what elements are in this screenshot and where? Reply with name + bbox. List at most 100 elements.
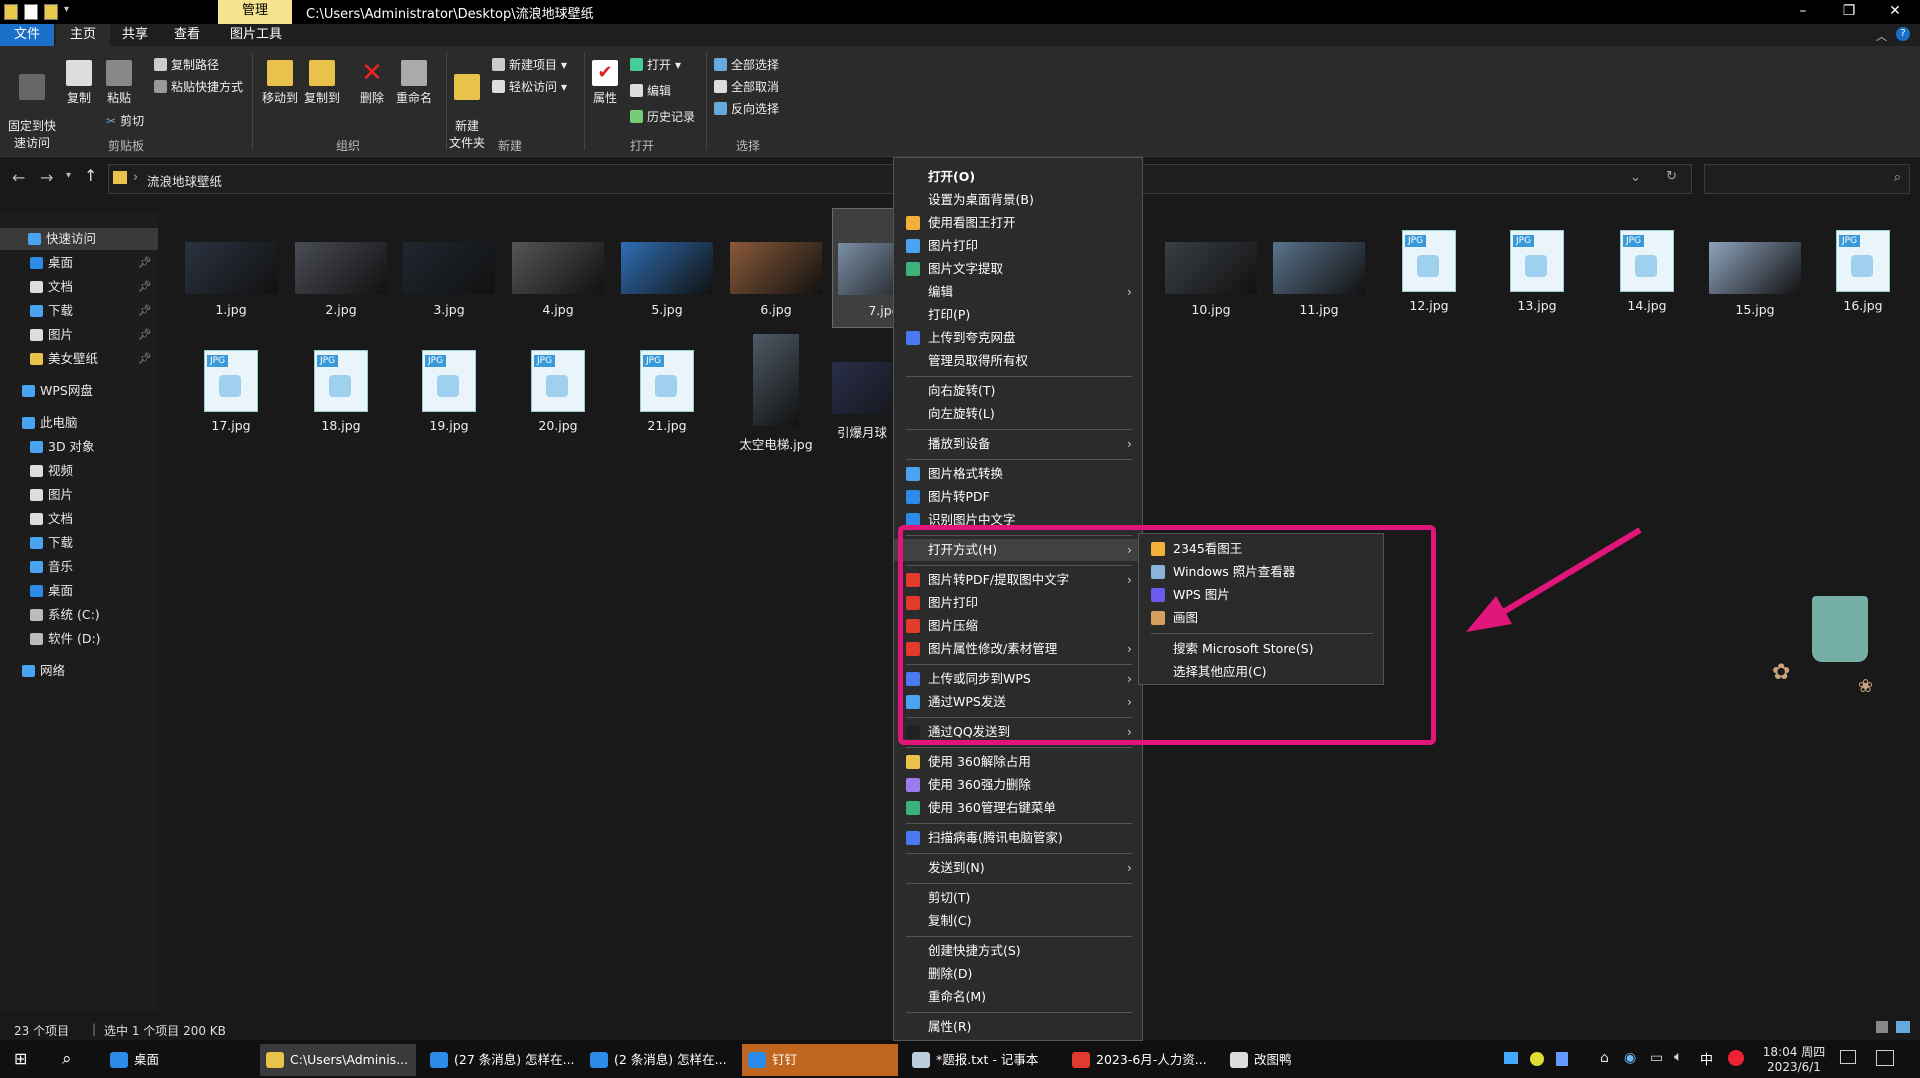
sidebar-item[interactable]: 图片 <box>0 484 158 506</box>
cut-button[interactable]: ✂ 剪切 <box>106 112 144 129</box>
paste-button[interactable]: 粘贴 <box>102 60 136 106</box>
sidebar-item[interactable]: 文档 <box>0 508 158 530</box>
new-folder-button[interactable]: 新建 文件夹 <box>448 60 486 151</box>
tab-share[interactable]: 共享 <box>108 24 162 46</box>
monitor-icon[interactable]: ▭ <box>1650 1050 1663 1066</box>
context-menu-item[interactable]: 属性(R) <box>894 1016 1142 1038</box>
clock[interactable]: 18:04 周四 2023/6/1 <box>1762 1043 1826 1074</box>
context-menu-item[interactable]: 使用 360管理右键菜单 <box>894 797 1142 819</box>
context-menu-item[interactable]: 使用 360强力删除 <box>894 774 1142 796</box>
large-icons-view-icon[interactable] <box>1896 1021 1910 1033</box>
sidebar-item[interactable]: 📌︎ 图片 <box>0 324 158 346</box>
pin-quick-access-button[interactable]: 固定到快 速访问 <box>6 60 58 151</box>
file-item[interactable]: 2.jpg <box>290 208 392 326</box>
sidebar-item[interactable]: 音乐 <box>0 556 158 578</box>
sidebar-item[interactable]: 📌︎ 文档 <box>0 276 158 298</box>
rename-button[interactable]: 重命名 <box>392 60 436 106</box>
sidebar-item[interactable]: 网络 <box>0 660 158 682</box>
collapse-ribbon-icon[interactable]: ︿ <box>1876 28 1887 44</box>
context-menu-item[interactable]: 图片文字提取 <box>894 258 1142 280</box>
file-item[interactable]: JPG 21.jpg <box>616 328 718 446</box>
easy-access-button[interactable]: 轻松访问 ▾ <box>492 78 567 95</box>
file-item[interactable]: 15.jpg <box>1704 208 1806 326</box>
select-none-button[interactable]: 全部取消 <box>714 78 779 95</box>
context-menu-item[interactable]: 上传到夸克网盘 <box>894 327 1142 349</box>
sidebar-item[interactable]: 此电脑 <box>0 412 158 434</box>
file-item[interactable]: JPG 18.jpg <box>290 328 392 446</box>
context-menu-item[interactable]: 使用看图王打开 <box>894 212 1142 234</box>
sidebar-item[interactable]: 快速访问 <box>0 228 158 250</box>
context-menu-item[interactable]: 向右旋转(T) <box>894 380 1142 402</box>
taskbar-item[interactable]: *题报.txt - 记事本 <box>906 1044 1060 1076</box>
sidebar-item[interactable]: 📌︎ 下载 <box>0 300 158 322</box>
context-menu-item[interactable]: 播放到设备 › <box>894 433 1142 455</box>
new-item-button[interactable]: 新建项目 ▾ <box>492 56 567 73</box>
history-button[interactable]: 历史记录 <box>630 108 695 125</box>
context-menu-item[interactable]: 打印(P) <box>894 304 1142 326</box>
file-item[interactable]: JPG 19.jpg <box>398 328 500 446</box>
invert-selection-button[interactable]: 反向选择 <box>714 100 779 117</box>
network-icon[interactable]: ⌂ <box>1600 1050 1609 1066</box>
file-item[interactable]: 1.jpg <box>180 208 282 326</box>
file-item[interactable]: 4.jpg <box>507 208 609 326</box>
search-icon[interactable]: ⌕ <box>1894 170 1901 185</box>
context-menu-item[interactable]: 图片打印 <box>894 235 1142 257</box>
context-menu-item[interactable]: 扫描病毒(腾讯电脑管家) <box>894 827 1142 849</box>
forward-icon[interactable]: → <box>40 168 53 187</box>
copy-path-button[interactable]: 复制路径 <box>154 56 219 73</box>
search-input[interactable]: ⌕ <box>1704 164 1910 194</box>
file-item[interactable]: 5.jpg <box>616 208 718 326</box>
paste-shortcut-button[interactable]: 粘贴快捷方式 <box>154 78 243 95</box>
taskbar-item[interactable]: 钉钉 <box>742 1044 898 1076</box>
file-item[interactable]: JPG 13.jpg <box>1486 208 1588 326</box>
breadcrumb[interactable]: 流浪地球壁纸 <box>147 171 222 190</box>
sogou-icon[interactable] <box>1728 1050 1744 1066</box>
context-menu-item[interactable]: 设置为桌面背景(B) <box>894 189 1142 211</box>
notification-icon[interactable] <box>1876 1050 1894 1066</box>
browser-icon[interactable]: ◉ <box>1624 1050 1636 1066</box>
file-item[interactable]: JPG 12.jpg <box>1378 208 1480 326</box>
file-item[interactable]: JPG 14.jpg <box>1596 208 1698 326</box>
context-menu-item[interactable]: 剪切(T) <box>894 887 1142 909</box>
chevron-down-icon[interactable]: ▾ <box>66 170 71 181</box>
file-item[interactable]: 3.jpg <box>398 208 500 326</box>
details-view-icon[interactable] <box>1876 1021 1888 1033</box>
chevron-down-icon[interactable]: ⌄ <box>1630 170 1641 185</box>
copy-to-button[interactable]: 复制到 <box>302 60 342 106</box>
copy-button[interactable]: 复制 <box>62 60 96 106</box>
sidebar-item[interactable]: 📌︎ 桌面 <box>0 252 158 274</box>
context-menu-item[interactable]: 创建快捷方式(S) <box>894 940 1142 962</box>
context-menu-item[interactable]: 图片转PDF <box>894 486 1142 508</box>
select-all-button[interactable]: 全部选择 <box>714 56 779 73</box>
properties-icon[interactable] <box>24 4 38 20</box>
context-menu-item[interactable]: 打开(O) <box>894 166 1142 188</box>
volume-icon[interactable]: 🔈︎ <box>1674 1049 1682 1065</box>
cloud-icon[interactable] <box>1504 1052 1518 1064</box>
recycle-bin-icon[interactable] <box>1812 596 1868 662</box>
folder-icon[interactable] <box>4 4 18 20</box>
file-item[interactable]: JPG 20.jpg <box>507 328 609 446</box>
sidebar-item[interactable]: WPS网盘 <box>0 380 158 402</box>
context-menu-item[interactable]: 使用 360解除占用 <box>894 751 1142 773</box>
back-icon[interactable]: ← <box>12 168 25 187</box>
sidebar-item[interactable]: 桌面 <box>0 580 158 602</box>
sidebar-item[interactable]: 系统 (C:) <box>0 604 158 626</box>
show-desktop-icon[interactable] <box>1840 1050 1856 1064</box>
context-menu-item[interactable]: 重命名(M) <box>894 986 1142 1008</box>
sidebar-item[interactable]: 下载 <box>0 532 158 554</box>
shield-icon[interactable] <box>1556 1052 1568 1066</box>
properties-button[interactable]: ✔ 属性 <box>588 60 622 106</box>
file-item[interactable]: JPG 17.jpg <box>180 328 282 446</box>
taskbar-item[interactable]: (2 条消息) 怎样在... <box>584 1044 736 1076</box>
context-menu-item[interactable]: 发送到(N) › <box>894 857 1142 879</box>
open-button[interactable]: 打开 ▾ <box>630 56 681 73</box>
help-icon[interactable]: ? <box>1896 27 1910 41</box>
chevron-down-icon[interactable]: ▾ <box>64 4 69 20</box>
file-item[interactable]: 太空电梯.jpg <box>725 328 827 452</box>
context-menu-item[interactable]: 复制(C) <box>894 910 1142 932</box>
sidebar-item[interactable]: 视频 <box>0 460 158 482</box>
new-folder-icon[interactable] <box>44 4 58 20</box>
taskbar-item[interactable]: 改图鸭 <box>1224 1044 1364 1076</box>
file-item[interactable]: 6.jpg <box>725 208 827 326</box>
delete-button[interactable]: ✕ 删除 <box>354 60 390 106</box>
